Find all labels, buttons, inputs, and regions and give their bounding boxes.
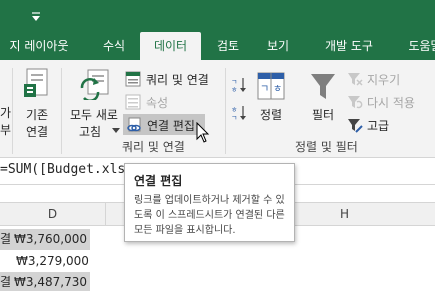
ribbon-data: 가 부 기존 연결 모두 새로 고침 쿼리 및 연결 속성 연결 편집 쿼리 및…: [0, 60, 435, 158]
svg-text:ㄱ: ㄱ: [231, 114, 237, 122]
svg-text:ㅎ: ㅎ: [231, 106, 237, 114]
column-header-d[interactable]: D: [0, 203, 105, 225]
tab-help[interactable]: 도움말: [395, 32, 435, 60]
svg-text:ㅎ: ㅎ: [231, 86, 237, 94]
svg-text:ㅎ: ㅎ: [273, 84, 282, 95]
edit-links-icon: [127, 117, 141, 132]
sort-icon: ㄱ ㅎ: [257, 72, 285, 100]
tooltip-description: 링크를 업데이트하거나 제거할 수 있도록 이 스프레드시트가 연결된 다른 모…: [134, 195, 285, 236]
group-divider: [61, 68, 62, 154]
title-bar: [0, 0, 435, 32]
tab-data[interactable]: 데이터: [140, 32, 201, 60]
existing-connections-button[interactable]: 기존 연결: [18, 66, 56, 140]
clear-filter-button: 지우기: [347, 70, 435, 90]
cell-row-3[interactable]: 결 ₩3,487,730: [0, 272, 90, 291]
quick-access-customize-icon[interactable]: [30, 11, 42, 23]
refresh-all-button[interactable]: 모두 새로 고침: [66, 66, 122, 140]
partial-button-label[interactable]: 가: [0, 104, 11, 121]
column-header-h[interactable]: H: [340, 203, 349, 225]
filter-label: 필터: [311, 108, 335, 122]
filter-button[interactable]: 필터: [303, 70, 343, 132]
properties-label: 속성: [146, 96, 169, 110]
group-divider: [12, 68, 13, 154]
group-divider: [225, 68, 226, 154]
tab-developer[interactable]: 개발 도구: [308, 32, 390, 60]
cell-row-1-label: 결: [0, 232, 12, 246]
cell-row-2-value: ₩3,279,000: [16, 254, 89, 268]
properties-button: 속성: [125, 92, 185, 112]
cell-row-2[interactable]: ₩3,279,000: [0, 251, 90, 272]
column-divider[interactable]: [105, 203, 106, 225]
existing-connections-label-line2: 연결: [25, 125, 49, 139]
ribbon-tab-bar: 지 레이아웃 수식 데이터 검토 보기 개발 도구 도움말: [0, 32, 435, 60]
existing-connections-label-line1: 기존: [25, 108, 49, 122]
cell-row-1[interactable]: 결 ₩3,760,000: [0, 229, 90, 250]
advanced-filter-icon: [348, 119, 363, 133]
formula-text: =SUM([Budget.xlsx: [0, 162, 134, 177]
svg-text:ㄱ: ㄱ: [231, 78, 237, 86]
refresh-all-label-line2: 고침: [78, 125, 102, 139]
reapply-filter-icon: [348, 96, 363, 109]
cell-row-1-value: ₩3,760,000: [14, 232, 87, 246]
mouse-cursor-icon: [196, 122, 210, 143]
reapply-filter-button: 다시 적용: [347, 93, 435, 113]
edit-links-button[interactable]: 연결 편집: [123, 114, 205, 135]
sort-label: 정렬: [259, 108, 283, 122]
tab-formulas[interactable]: 수식: [94, 32, 134, 60]
queries-connections-icon: [125, 71, 141, 87]
tab-review[interactable]: 검토: [208, 32, 248, 60]
edit-links-tooltip: 연결 편집 링크를 업데이트하거나 제거할 수 있도록 이 스프레드시트가 연결…: [124, 163, 295, 242]
edit-links-label: 연결 편집: [147, 119, 195, 133]
filter-icon: [311, 74, 335, 99]
reapply-filter-label: 다시 적용: [367, 96, 415, 110]
queries-connections-label: 쿼리 및 연결: [146, 73, 209, 87]
refresh-all-label-line1: 모두 새로: [70, 108, 118, 122]
sort-descending-icon[interactable]: ㅎ ㄱ: [230, 104, 248, 122]
properties-icon: [125, 94, 141, 110]
tooltip-title: 연결 편집: [134, 174, 183, 188]
queries-connections-button[interactable]: 쿼리 및 연결: [125, 70, 221, 90]
clear-filter-label: 지우기: [367, 73, 401, 87]
refresh-all-icon: [80, 69, 109, 100]
advanced-filter-label: 고급: [367, 119, 390, 133]
cell-row-3-label: 결: [0, 275, 12, 289]
sort-button[interactable]: ㄱ ㅎ 정렬: [254, 70, 288, 132]
cell-row-3-value: ₩3,487,730: [14, 275, 87, 289]
group-label-queries-connections: 쿼리 및 연결: [122, 140, 185, 154]
group-label-sort-filter: 정렬 및 필터: [295, 140, 358, 154]
sort-ascending-icon[interactable]: ㄱ ㅎ: [230, 76, 248, 94]
tab-page-layout[interactable]: 지 레이아웃: [0, 32, 78, 60]
clear-filter-icon: [348, 73, 363, 86]
partial-button-label-2: 부: [0, 123, 12, 137]
advanced-filter-button[interactable]: 고급: [347, 116, 435, 136]
tab-view[interactable]: 보기: [258, 32, 298, 60]
svg-text:ㄱ: ㄱ: [260, 84, 269, 95]
existing-connections-icon: [24, 68, 48, 97]
refresh-dropdown-icon[interactable]: [112, 128, 120, 134]
